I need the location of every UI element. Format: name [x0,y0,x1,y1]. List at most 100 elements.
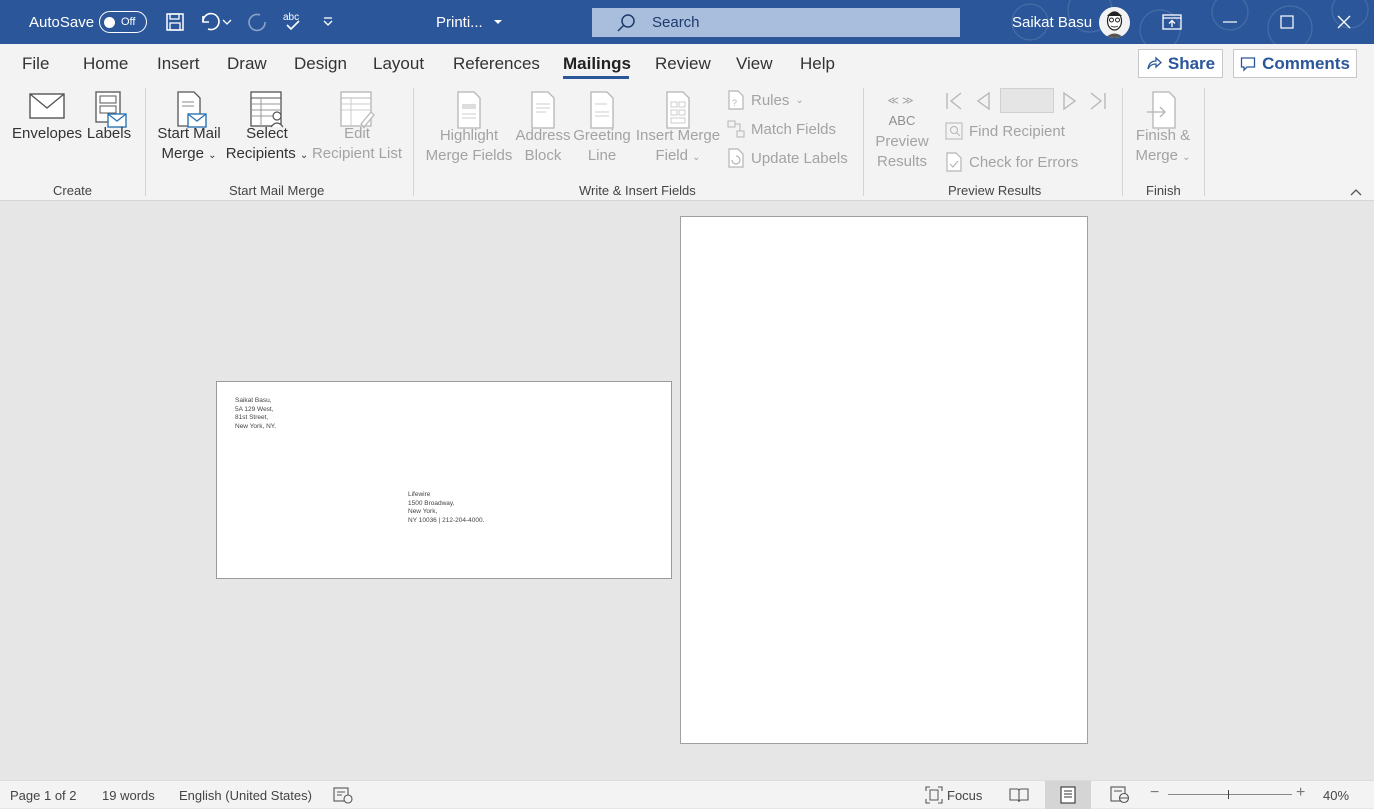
preview-results-button[interactable]: ≪≫ ABC Preview Results [870,90,934,172]
focus-icon [925,786,943,804]
match-fields-button[interactable]: Match Fields [727,119,836,139]
collapse-ribbon-icon[interactable] [1349,186,1363,198]
rules-icon: ? [728,90,744,110]
edit-recipient-line1: Edit [344,125,370,142]
undo-dropdown-icon[interactable] [220,10,234,34]
chevron-down-icon: ⌄ [692,152,701,163]
return-address-line: 81st Street, [235,414,269,421]
zoom-in-button[interactable]: + [1296,784,1305,802]
accessibility-icon[interactable] [333,787,353,804]
share-label: Share [1167,53,1216,73]
preview-abc-text: ABC [888,113,916,128]
tab-design[interactable]: Design [294,54,347,74]
edit-recipient-list-button[interactable]: Edit Recipient List [310,90,404,164]
title-bar: AutoSave Off abc Printi... Search Saikat… [0,0,1374,44]
start-mail-merge-button[interactable]: Start Mail Merge ⌄ [152,90,226,166]
ribbon-display-options-icon[interactable] [1160,10,1184,34]
web-layout-icon[interactable] [1110,786,1130,804]
preview-arrows-icon: ≪≫ [887,95,917,107]
maximize-icon[interactable] [1275,10,1299,34]
close-icon[interactable] [1332,10,1356,34]
tab-home[interactable]: Home [83,54,128,74]
match-fields-icon [727,120,745,138]
next-record-icon[interactable] [1060,91,1080,111]
finish-merge-line2: Merge ⌄ [1130,146,1196,168]
highlight-merge-fields-button[interactable]: Highlight Merge Fields [422,90,516,166]
tab-layout[interactable]: Layout [373,54,424,74]
search-box[interactable]: Search [592,8,960,37]
tab-mailings[interactable]: Mailings [563,54,631,74]
labels-label: Labels [86,125,132,142]
avatar[interactable] [1099,7,1130,38]
customize-toolbar-icon[interactable] [316,10,340,34]
undo-icon[interactable] [198,10,222,34]
envelope-icon [29,93,65,119]
preview-results-line1: Preview [875,133,929,150]
rules-label: Rules [751,91,790,109]
tab-review[interactable]: Review [655,54,711,74]
zoom-level[interactable]: 40% [1323,788,1349,803]
find-recipient-button[interactable]: Find Recipient [945,122,1065,140]
comments-button[interactable]: Comments [1233,49,1357,78]
status-bar: Page 1 of 2 19 words English (United Sta… [0,780,1374,809]
tab-references[interactable]: References [453,54,540,74]
print-layout-icon[interactable] [1060,786,1076,804]
finish-merge-button[interactable]: Finish & Merge ⌄ [1130,90,1196,168]
page-count[interactable]: Page 1 of 2 [10,788,77,803]
tab-view[interactable]: View [736,54,773,74]
highlight-line2: Merge Fields [425,147,513,164]
redo-icon[interactable] [246,10,270,34]
focus-button[interactable]: Focus [925,786,982,804]
rules-button[interactable]: ? Rules ⌄ [727,90,804,110]
minimize-icon[interactable] [1218,10,1242,34]
insert-merge-field-line2-text: Field [655,147,688,164]
return-address[interactable]: Saikat Basu, 5A 129 West, 81st Street, N… [235,397,276,431]
return-address-line: New York, NY. [235,422,277,430]
document-area[interactable]: Saikat Basu, 5A 129 West, 81st Street, N… [0,202,1374,780]
spelling-icon[interactable]: abc [281,10,305,34]
first-record-icon[interactable] [944,91,964,111]
envelopes-button[interactable]: Envelopes [12,90,82,144]
active-tab-indicator [563,76,629,79]
document-page-2[interactable] [680,216,1088,744]
zoom-out-button[interactable]: − [1150,784,1159,802]
edit-recipient-line2: Recipient List [311,145,403,162]
address-block-line1: Address [515,127,571,144]
tab-draw[interactable]: Draw [227,54,267,74]
language-status[interactable]: English (United States) [179,788,312,803]
insert-merge-field-button[interactable]: Insert Merge Field ⌄ [632,90,724,168]
autosave-toggle[interactable]: Off [99,11,147,33]
tab-file[interactable]: File [22,54,49,74]
tab-insert[interactable]: Insert [157,54,200,74]
finish-merge-line1: Finish & [1135,127,1191,144]
share-button[interactable]: Share [1138,49,1223,78]
group-separator [145,88,146,196]
autosave-label: AutoSave [29,13,95,31]
select-recipients-line1: Select [246,125,288,142]
delivery-address[interactable]: Lifewire 1500 Broadway, New York, NY 100… [408,491,484,525]
previous-record-icon[interactable] [973,91,993,111]
delivery-address-line: NY 10036 | 212-204-4000. [408,516,485,524]
zoom-slider-thumb[interactable] [1228,790,1229,799]
select-recipients-line2: Recipients ⌄ [224,144,310,166]
address-block-button[interactable]: Address Block [513,90,573,166]
labels-button[interactable]: Labels [86,90,132,144]
user-name[interactable]: Saikat Basu [1012,0,1092,44]
comment-icon [1240,56,1256,72]
document-title[interactable]: Printi... [436,0,503,44]
envelope-page[interactable]: Saikat Basu, 5A 129 West, 81st Street, N… [216,381,672,579]
select-recipients-button[interactable]: Select Recipients ⌄ [224,90,310,166]
zoom-slider[interactable] [1168,794,1292,795]
update-labels-button[interactable]: Update Labels [727,148,848,168]
update-labels-icon [728,148,744,168]
match-fields-label: Match Fields [751,120,837,138]
check-for-errors-button[interactable]: Check for Errors [945,152,1078,172]
chevron-down-icon: ⌄ [299,150,309,161]
word-count[interactable]: 19 words [102,788,155,803]
tab-help[interactable]: Help [800,54,835,74]
last-record-icon[interactable] [1088,91,1108,111]
read-mode-icon[interactable] [1009,787,1029,803]
greeting-line-button[interactable]: Greeting Line [570,90,634,166]
record-number-input[interactable] [1000,88,1054,113]
save-icon[interactable] [163,10,187,34]
